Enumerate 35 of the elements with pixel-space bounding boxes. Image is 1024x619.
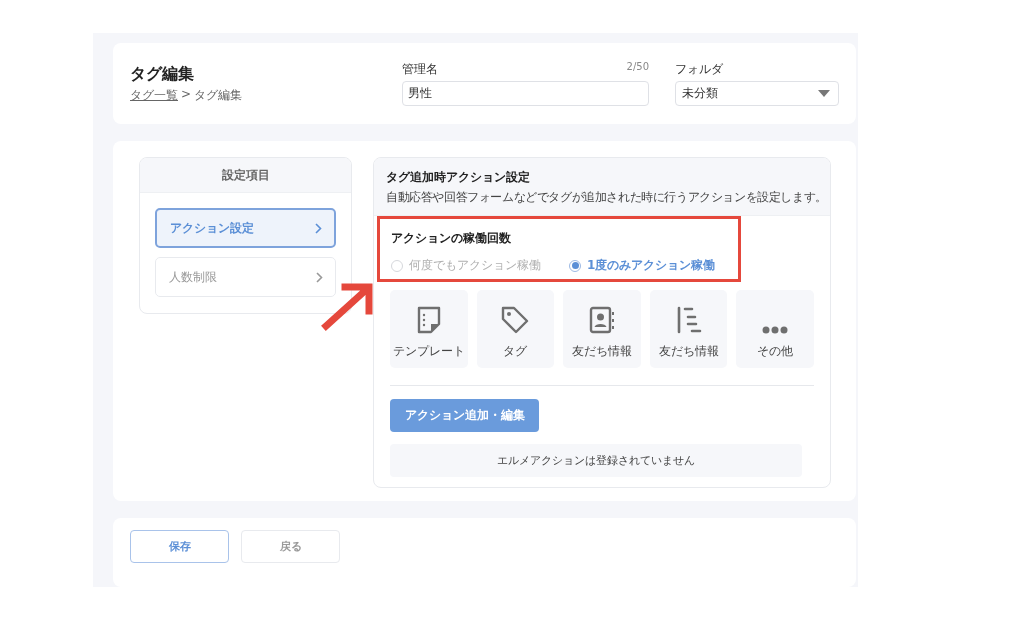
note-icon xyxy=(415,306,442,335)
field-label: 管理名 xyxy=(402,61,438,79)
tile-label: テンプレート xyxy=(392,344,465,360)
name-input[interactable]: 男性 xyxy=(402,81,649,107)
character-counter: 2/50 xyxy=(626,61,649,75)
action-tile[interactable]: 友だち情報 xyxy=(563,290,641,369)
action-tile[interactable]: テンプレート xyxy=(390,290,468,369)
action-tile[interactable]: 友だち情報 xyxy=(649,290,728,369)
chevron-icon xyxy=(315,222,322,234)
tile-label: 友だち情報 xyxy=(572,344,632,360)
tile-label: 友だち情報 xyxy=(658,344,719,360)
contact-card-icon xyxy=(589,306,615,335)
list-icon xyxy=(675,306,702,335)
section-label: アクションの稼働回数 xyxy=(390,230,512,248)
page-title: タグ編集 xyxy=(130,63,195,85)
chevron-icon xyxy=(316,271,323,283)
arrow-drawing xyxy=(321,281,375,332)
save-button[interactable]: 保存 xyxy=(130,529,229,563)
panel-description: 自動応答や回答フォームなどでタグが追加された時に行うアクションを設定します。 xyxy=(386,189,828,207)
field-label: フォルダ xyxy=(675,61,723,79)
empty-message: エルメアクションは登録されていません xyxy=(390,444,802,478)
panel-title: タグ追加時アクション設定 xyxy=(386,169,531,187)
folder-dropdown[interactable]: 未分類 xyxy=(675,81,839,107)
caret-icon xyxy=(818,90,830,98)
tile-label: タグ xyxy=(503,344,528,360)
breadcrumb-item: > xyxy=(181,86,192,103)
radio-option[interactable]: 1度のみアクション稼働 xyxy=(569,257,716,275)
breadcrumb-item: タグ編集 xyxy=(194,86,243,104)
more-icon xyxy=(762,326,789,335)
tag-icon xyxy=(501,306,530,335)
action-tile[interactable]: その他 xyxy=(736,290,814,369)
tile-label: その他 xyxy=(757,344,794,360)
breadcrumb-link[interactable]: タグ一覧 xyxy=(130,86,178,104)
action-tile[interactable]: タグ xyxy=(476,290,555,369)
sidebar-title: 設定項目 xyxy=(140,158,351,194)
